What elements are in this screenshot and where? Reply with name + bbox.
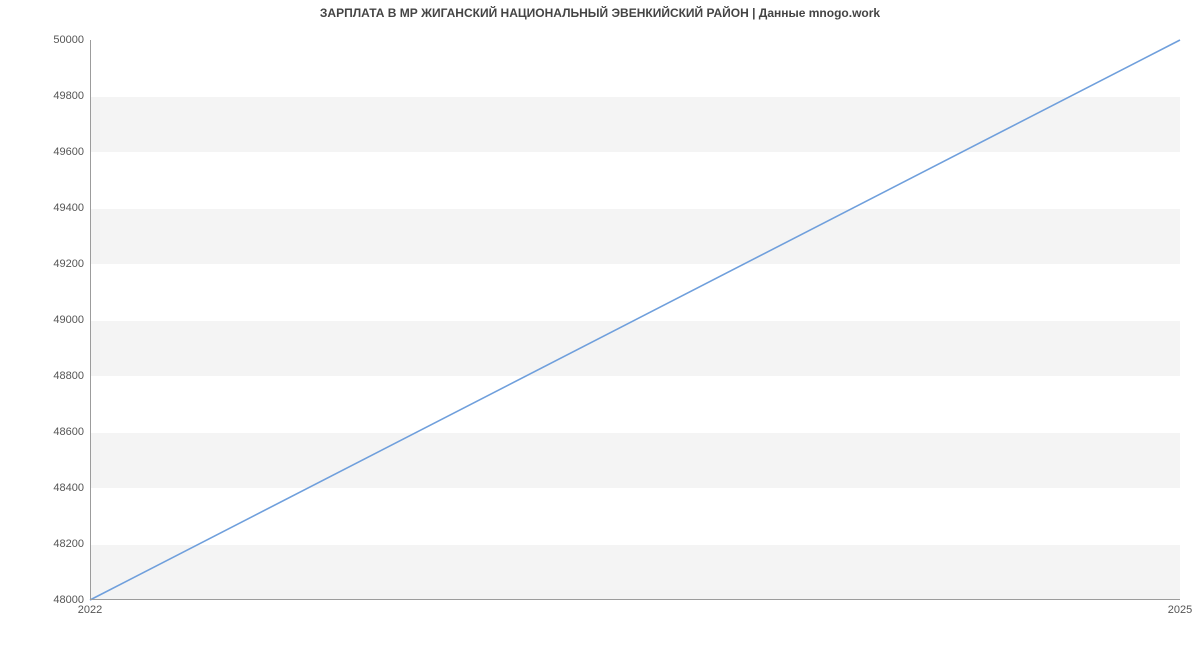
y-axis-line [90, 40, 91, 600]
y-tick-label: 48200 [24, 538, 84, 550]
y-tick-label: 48800 [24, 370, 84, 382]
data-line [90, 40, 1180, 600]
y-tick-label: 49400 [24, 202, 84, 214]
y-tick-label: 50000 [24, 34, 84, 46]
chart-title: ЗАРПЛАТА В МР ЖИГАНСКИЙ НАЦИОНАЛЬНЫЙ ЭВЕ… [0, 6, 1200, 20]
y-tick-label: 48400 [24, 482, 84, 494]
x-tick-label: 2022 [78, 604, 102, 616]
y-tick-label: 49200 [24, 258, 84, 270]
chart-container: ЗАРПЛАТА В МР ЖИГАНСКИЙ НАЦИОНАЛЬНЫЙ ЭВЕ… [0, 0, 1200, 650]
y-tick-label: 49000 [24, 314, 84, 326]
y-tick-label: 48000 [24, 594, 84, 606]
x-tick-label: 2025 [1168, 604, 1192, 616]
y-tick-label: 49600 [24, 146, 84, 158]
y-tick-label: 48600 [24, 426, 84, 438]
x-axis-line [90, 599, 1180, 600]
y-tick-label: 49800 [24, 90, 84, 102]
chart-line-layer [90, 40, 1180, 600]
plot-area [90, 40, 1180, 600]
